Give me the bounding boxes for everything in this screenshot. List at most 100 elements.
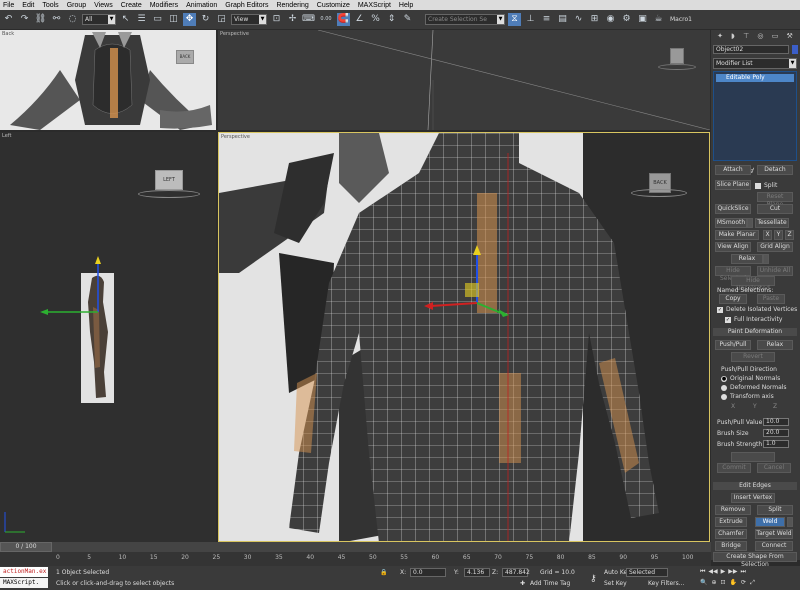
utilities-tab-icon[interactable]: ⚒ <box>787 32 793 42</box>
viewport-label[interactable]: Perspective <box>220 31 249 37</box>
modifier-list-dropdown[interactable]: Modifier List ▼ <box>713 58 797 69</box>
bind-spacewarp-icon[interactable]: ◌ <box>66 13 79 26</box>
detach-button[interactable]: Detach <box>757 165 793 175</box>
layer-manager-icon[interactable]: ≡ <box>540 13 553 26</box>
paste-button[interactable]: Paste <box>757 294 785 304</box>
unhide-all-button[interactable]: Unhide All <box>757 266 793 276</box>
slice-plane-button[interactable]: Slice Plane <box>715 180 751 190</box>
x-coordinate-input[interactable]: 0.0 <box>410 568 446 577</box>
percent-snap-icon[interactable]: % <box>369 13 382 26</box>
rotate-icon[interactable]: ↻ <box>199 13 212 26</box>
graphite-tools-icon[interactable]: ▤ <box>556 13 569 26</box>
weld-button[interactable]: Weld <box>755 517 785 527</box>
connect-button[interactable]: Connect <box>755 541 793 551</box>
revert-button[interactable]: Revert <box>731 352 775 362</box>
viewport-perspective-top[interactable]: Perspective <box>218 30 710 130</box>
msmooth-settings-icon[interactable] <box>747 218 753 228</box>
maximize-viewport-icon[interactable]: ⤢ <box>750 579 755 587</box>
push-pull-value-input[interactable]: 10.0 <box>763 418 789 426</box>
track-bar[interactable]: 0 5 10 15 20 25 30 35 40 45 50 55 60 65 … <box>0 552 711 566</box>
edit-named-selection-icon[interactable]: ✎ <box>401 13 414 26</box>
zoom-icon[interactable]: 🔍 <box>700 579 707 587</box>
select-manipulate-icon[interactable]: ✢ <box>286 13 299 26</box>
zoom-all-icon[interactable]: ⊕ <box>711 579 716 587</box>
hierarchy-tab-icon[interactable]: ⊤ <box>743 32 749 42</box>
render-production-icon[interactable]: ☕ <box>652 13 665 26</box>
unlink-icon[interactable]: ⚯ <box>50 13 63 26</box>
viewcube[interactable]: BACK <box>176 50 194 64</box>
split-edges-button[interactable]: Split <box>757 505 793 515</box>
create-shape-button[interactable]: Create Shape From Selection <box>713 552 797 568</box>
rollout-edit-edges[interactable]: Edit Edges <box>713 482 797 490</box>
remove-button[interactable]: Remove <box>715 505 751 515</box>
target-weld-button[interactable]: Target Weld <box>755 529 793 539</box>
next-frame-icon[interactable]: ▶▶ <box>728 568 737 576</box>
move-icon[interactable]: ✥ <box>183 13 196 26</box>
menu-graph-editors[interactable]: Graph Editors <box>225 2 268 9</box>
original-normals-radio[interactable]: ● Original Normals <box>721 375 780 382</box>
rectangular-selection-icon[interactable]: ▭ <box>151 13 164 26</box>
tessellate-button[interactable]: Tessellate <box>755 218 789 228</box>
keyboard-shortcut-icon[interactable]: ⌨ <box>302 13 315 26</box>
snap-toggle-icon[interactable]: 🧲 <box>337 13 350 26</box>
y-coordinate-input[interactable]: 4.136 <box>464 568 490 577</box>
stack-item-editable-poly[interactable]: Editable Poly <box>716 74 794 82</box>
play-icon[interactable]: ▶ <box>721 568 726 576</box>
brush-options-button[interactable] <box>731 452 775 462</box>
menu-create[interactable]: Create <box>121 2 142 9</box>
menu-group[interactable]: Group <box>67 2 86 9</box>
rendered-frame-icon[interactable]: ▣ <box>636 13 649 26</box>
align-icon[interactable]: ⊥ <box>524 13 537 26</box>
transform-axis-radio[interactable]: Transform axis <box>721 393 774 400</box>
grid-align-button[interactable]: Grid Align <box>757 242 793 252</box>
mirror-icon[interactable]: ⧖ <box>508 13 521 26</box>
z-coordinate-input[interactable]: 487.842 <box>502 568 530 577</box>
chamfer-button[interactable]: Chamfer <box>715 529 747 539</box>
named-selection-sets-dropdown[interactable]: Create Selection Se ▼ <box>425 14 505 25</box>
relax-settings-icon[interactable] <box>763 254 769 264</box>
viewport-perspective-main[interactable]: Perspective BACK <box>218 132 710 542</box>
commit-button[interactable]: Commit <box>717 463 751 473</box>
menu-help[interactable]: Help <box>399 2 413 9</box>
msmooth-button[interactable]: MSmooth <box>715 218 747 228</box>
key-filters-button[interactable]: Key Filters... <box>648 580 685 587</box>
lock-selection-icon[interactable]: 🔒 <box>380 569 387 576</box>
relax-paint-button[interactable]: Relax <box>757 340 793 350</box>
attach-button[interactable]: Attach <box>715 165 751 175</box>
schematic-view-icon[interactable]: ⊞ <box>588 13 601 26</box>
reset-plane-button[interactable]: Reset Plane <box>757 192 793 208</box>
menu-animation[interactable]: Animation <box>186 2 217 9</box>
maxscript-listener-output[interactable]: MAXScript. <box>0 578 48 588</box>
axis-z-radio[interactable]: Z <box>773 403 777 410</box>
menu-edit[interactable]: Edit <box>22 2 34 9</box>
quickslice-button[interactable]: QuickSlice <box>715 204 751 214</box>
hide-unselected-button[interactable]: Hide Unselected <box>731 276 775 292</box>
menu-rendering[interactable]: Rendering <box>276 2 308 9</box>
axis-x-radio[interactable]: X <box>731 403 735 410</box>
motion-tab-icon[interactable]: ◎ <box>757 32 763 42</box>
orbit-icon[interactable]: ⟳ <box>741 579 746 587</box>
modify-tab-icon[interactable]: ◗ <box>731 32 735 42</box>
select-by-name-icon[interactable]: ☰ <box>135 13 148 26</box>
angle-value[interactable]: 0.00 <box>318 13 334 26</box>
render-setup-icon[interactable]: ⚙ <box>620 13 633 26</box>
material-editor-icon[interactable]: ◉ <box>604 13 617 26</box>
menu-file[interactable]: File <box>3 2 14 9</box>
display-tab-icon[interactable]: ▭ <box>772 32 779 42</box>
object-color-swatch[interactable] <box>792 45 798 54</box>
viewport-back[interactable]: Back BACK <box>0 30 216 130</box>
insert-vertex-button[interactable]: Insert Vertex <box>731 493 775 503</box>
set-key-button[interactable]: Set Key <box>604 580 627 587</box>
relax-button[interactable]: Relax <box>731 254 763 264</box>
window-crossing-icon[interactable]: ◫ <box>167 13 180 26</box>
key-icon[interactable]: ⚷ <box>590 574 597 584</box>
go-to-end-icon[interactable]: ⏭ <box>741 568 746 576</box>
menu-views[interactable]: Views <box>94 2 113 9</box>
hide-selected-button[interactable]: Hide Selected <box>715 266 751 282</box>
menu-maxscript[interactable]: MAXScript <box>358 2 391 9</box>
rollout-paint-deformation[interactable]: Paint Deformation <box>713 328 797 336</box>
axis-y-radio[interactable]: Y <box>753 403 757 410</box>
link-icon[interactable]: ⛓ <box>34 13 47 26</box>
make-planar-button[interactable]: Make Planar <box>715 230 759 240</box>
zoom-extents-icon[interactable]: ⊡ <box>721 579 726 587</box>
